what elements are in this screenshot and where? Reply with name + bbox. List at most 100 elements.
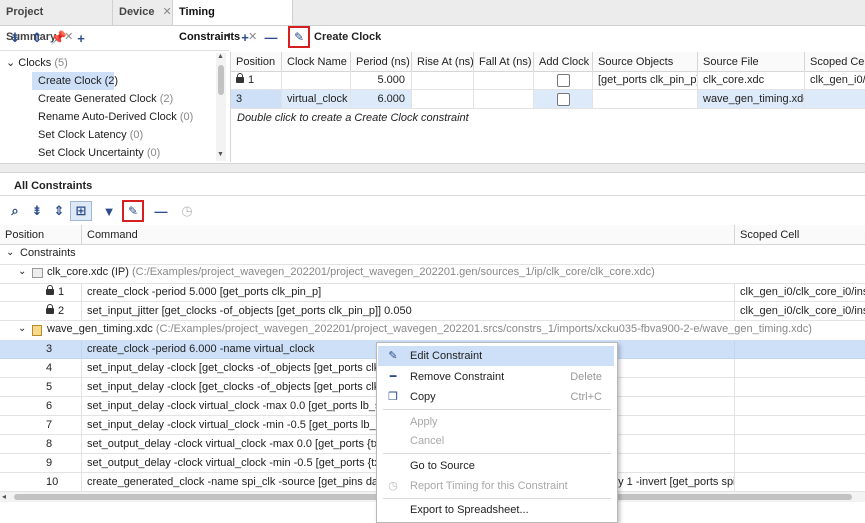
tree-row-constraints[interactable]: ⌄ Constraints xyxy=(0,245,865,265)
group-by-file-icon[interactable]: ⊞ xyxy=(70,201,92,221)
command-cell[interactable]: set_input_jitter [get_clocks -of_objects… xyxy=(82,302,735,321)
expand-all-icon[interactable]: ⇕ xyxy=(26,28,48,48)
menu-item-label: Apply xyxy=(410,416,438,428)
tree-item-set-clock-uncertainty[interactable]: Set Clock Uncertainty (0) xyxy=(38,144,160,162)
tab-project-summary[interactable]: Project Summary ✕ xyxy=(0,0,113,43)
menu-item-edit-constraint[interactable]: ✎ Edit Constraint xyxy=(378,346,614,366)
menu-item-label: Remove Constraint xyxy=(410,371,505,383)
file-name: clk_core.xdc (IP) xyxy=(47,266,129,278)
tree-item-set-clock-latency[interactable]: Set Clock Latency (0) xyxy=(38,126,143,144)
scoped-cell[interactable] xyxy=(735,473,865,492)
tree-scroll-thumb[interactable] xyxy=(218,65,224,95)
menu-item-remove-constraint[interactable]: ━ Remove Constraint Delete xyxy=(378,367,614,387)
col-header-rise-at[interactable]: Rise At (ns) xyxy=(412,52,474,72)
file-row-wave-gen-timing[interactable]: ⌄ wave_gen_timing.xdc (C:/Examples/proje… xyxy=(0,321,865,341)
remove-constraint-button[interactable]: — xyxy=(260,27,282,47)
edit-constraint-button[interactable]: ✎ xyxy=(122,200,144,222)
add-clock-checkbox[interactable] xyxy=(556,92,570,106)
file-row-clk-core[interactable]: ⌄ clk_core.xdc (IP) (C:/Examples/project… xyxy=(0,264,865,284)
col-header-fall-at[interactable]: Fall At (ns) xyxy=(474,52,534,72)
filter-icon[interactable]: ▼ xyxy=(98,201,120,221)
menu-item-export-to-spreadsheet[interactable]: Export to Spreadsheet... xyxy=(378,500,614,520)
create-clock-hint[interactable]: Double click to create a Create Clock co… xyxy=(237,112,469,124)
tree-root-clocks[interactable]: ⌄ Clocks (5) xyxy=(6,54,68,72)
clock-name-cell[interactable]: virtual_clock xyxy=(282,90,351,109)
period-cell[interactable]: 5.000 xyxy=(351,71,412,90)
period-cell[interactable]: 6.000 xyxy=(351,90,412,109)
col-header-scoped-cell[interactable]: Scoped Cell xyxy=(805,52,865,72)
chevron-down-icon[interactable]: ⌄ xyxy=(6,247,14,258)
menu-item-apply[interactable]: Apply xyxy=(378,412,614,432)
rise-cell[interactable] xyxy=(412,71,474,90)
tree-item-create-clock[interactable]: Create Clock (2) xyxy=(32,72,118,90)
table-row[interactable]: 2 set_input_jitter [get_clocks -of_objec… xyxy=(0,302,865,321)
chevron-down-icon[interactable]: ⌄ xyxy=(6,57,15,69)
chevron-down-icon[interactable]: ⌄ xyxy=(18,323,26,334)
scoped-cell-cell[interactable]: clk_gen_i0/clk xyxy=(805,71,865,90)
menu-item-report-timing[interactable]: ◷ Report Timing for this Constraint xyxy=(378,476,614,496)
collapse-all-icon[interactable]: ⇟ xyxy=(26,201,48,221)
scroll-down-icon[interactable]: ▼ xyxy=(217,151,224,158)
tree-item-label: Set Clock Latency xyxy=(38,129,127,141)
scoped-cell[interactable] xyxy=(735,416,865,435)
col-header-clock-name[interactable]: Clock Name xyxy=(282,52,351,72)
scoped-cell-cell[interactable] xyxy=(805,90,865,109)
col-header-source-file[interactable]: Source File xyxy=(698,52,805,72)
add-constraint-button[interactable]: + xyxy=(234,27,256,47)
expand-all-icon[interactable]: ⇕ xyxy=(48,201,70,221)
command-text-tail: by 1 -invert [get_ports spi_cl xyxy=(612,476,735,488)
scoped-cell[interactable] xyxy=(735,340,865,359)
collapse-all-icon[interactable]: ⇟ xyxy=(4,28,26,48)
position-cell: 7 xyxy=(0,416,82,435)
tree-item-rename-auto-derived-clock[interactable]: Rename Auto-Derived Clock (0) xyxy=(38,108,193,126)
source-objects-cell[interactable] xyxy=(593,90,698,109)
remove-constraint-button[interactable]: — xyxy=(150,201,172,221)
menu-item-cancel[interactable]: Cancel xyxy=(378,431,614,451)
panel-divider[interactable] xyxy=(0,163,865,173)
tab-timing-constraints[interactable]: Timing Constraints ✕ xyxy=(173,0,293,43)
edit-constraint-button[interactable]: ✎ xyxy=(288,26,310,48)
pin-icon[interactable]: 📌 xyxy=(48,28,70,48)
table-row[interactable]: 1 create_clock -period 5.000 [get_ports … xyxy=(0,283,865,302)
scoped-cell[interactable] xyxy=(735,397,865,416)
add-clock-cell xyxy=(534,71,593,90)
tree-scrollbar[interactable]: ▲ ▼ xyxy=(216,53,226,161)
menu-separator xyxy=(383,453,611,454)
report-timing-icon[interactable]: ◷ xyxy=(176,201,198,221)
tree-item-create-generated-clock[interactable]: Create Generated Clock (2) xyxy=(38,90,173,108)
add-icon[interactable]: + xyxy=(70,28,92,48)
scoped-cell[interactable]: clk_gen_i0/clk_core_i0/inst xyxy=(735,302,865,321)
col-header-period[interactable]: Period (ns) xyxy=(351,52,412,72)
col-header-position[interactable]: Position xyxy=(0,225,82,245)
close-icon[interactable]: ✕ xyxy=(162,6,171,18)
scoped-cell[interactable] xyxy=(735,359,865,378)
search-icon[interactable]: ⌕ xyxy=(4,201,26,221)
col-header-scoped-cell[interactable]: Scoped Cell xyxy=(735,225,865,245)
position-cell: 2 xyxy=(0,302,82,321)
scoped-cell[interactable] xyxy=(735,454,865,473)
source-objects-cell[interactable]: [get_ports clk_pin_p] xyxy=(593,71,698,90)
copy-icon: ❐ xyxy=(388,391,398,403)
add-clock-checkbox[interactable] xyxy=(556,73,570,87)
col-header-source-objects[interactable]: Source Objects xyxy=(593,52,698,72)
fall-cell[interactable] xyxy=(474,71,534,90)
source-file-cell[interactable]: wave_gen_timing.xdc xyxy=(698,90,805,109)
clock-name-cell[interactable] xyxy=(282,71,351,90)
source-file-cell[interactable]: clk_core.xdc xyxy=(698,71,805,90)
scroll-left-icon[interactable]: ◂ xyxy=(2,492,6,501)
rise-cell[interactable] xyxy=(412,90,474,109)
scoped-cell[interactable] xyxy=(735,378,865,397)
panel-splitter-arrow-icon[interactable]: ◂ xyxy=(225,30,230,41)
scoped-cell[interactable] xyxy=(735,435,865,454)
col-header-position[interactable]: Position xyxy=(231,52,282,72)
tab-device[interactable]: Device ✕ xyxy=(113,0,173,25)
col-header-command[interactable]: Command xyxy=(82,225,735,245)
scroll-up-icon[interactable]: ▲ xyxy=(217,53,224,60)
chevron-down-icon[interactable]: ⌄ xyxy=(18,266,26,277)
scoped-cell[interactable]: clk_gen_i0/clk_core_i0/inst xyxy=(735,283,865,302)
col-header-add-clock[interactable]: Add Clock xyxy=(534,52,593,72)
fall-cell[interactable] xyxy=(474,90,534,109)
menu-item-go-to-source[interactable]: Go to Source xyxy=(378,456,614,476)
command-cell[interactable]: create_clock -period 5.000 [get_ports cl… xyxy=(82,283,735,302)
menu-item-copy[interactable]: ❐ Copy Ctrl+C xyxy=(378,387,614,407)
